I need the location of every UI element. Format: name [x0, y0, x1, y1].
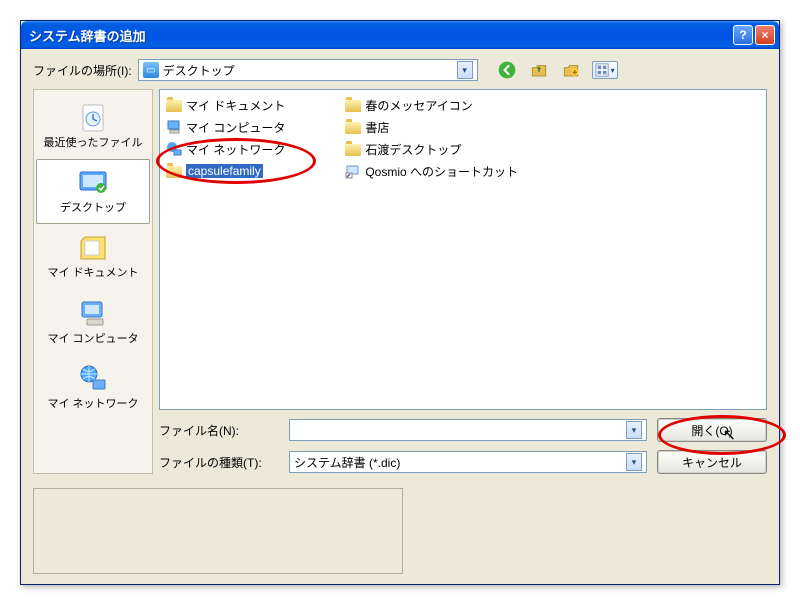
my-documents-icon	[77, 231, 109, 263]
places-my-documents[interactable]: マイ ドキュメント	[36, 224, 150, 289]
places-recent-label: 最近使ったファイル	[39, 137, 147, 150]
list-item[interactable]: 春のメッセアイコン	[345, 96, 518, 114]
file-list[interactable]: マイ ドキュメント マイ コンピュータ マイ ネットワーク capsu	[159, 89, 767, 410]
open-button[interactable]: 開く(O)	[657, 418, 767, 442]
filename-input[interactable]: ▾	[289, 419, 647, 441]
places-recent[interactable]: 最近使ったファイル	[36, 94, 150, 159]
places-bar: 最近使ったファイル デスクトップ マイ ドキュメント	[33, 89, 153, 474]
look-in-label: ファイルの場所(I):	[33, 62, 132, 79]
list-item[interactable]: Qosmio へのショートカット	[345, 162, 518, 180]
places-desktop-label: デスクトップ	[39, 202, 147, 215]
filename-label: ファイル名(N):	[159, 422, 279, 439]
chevron-down-icon[interactable]: ▾	[457, 61, 473, 79]
create-new-folder-button[interactable]	[560, 59, 582, 81]
places-my-network[interactable]: マイ ネットワーク	[36, 355, 150, 420]
back-button[interactable]	[496, 59, 518, 81]
folder-icon	[166, 163, 182, 179]
help-button[interactable]: ?	[733, 25, 753, 45]
filetype-combo[interactable]: システム辞書 (*.dic) ▾	[289, 451, 647, 473]
list-item-selected[interactable]: capsulefamily	[166, 162, 285, 180]
list-item[interactable]: マイ ドキュメント	[166, 96, 285, 114]
recent-icon	[77, 101, 109, 133]
folder-icon	[345, 97, 361, 113]
desktop-icon	[77, 166, 109, 198]
list-item[interactable]: 書店	[345, 118, 518, 136]
desktop-icon: ▭	[143, 62, 159, 78]
dialog-title: システム辞書の追加	[29, 26, 731, 45]
places-desktop[interactable]: デスクトップ	[36, 159, 150, 224]
folder-icon	[345, 119, 361, 135]
places-my-computer[interactable]: マイ コンピュータ	[36, 290, 150, 355]
folder-icon	[166, 97, 182, 113]
views-button[interactable]: ▾	[592, 61, 618, 79]
chevron-down-icon[interactable]: ▾	[626, 453, 642, 471]
cursor-icon: ↖	[723, 425, 736, 445]
look-in-combo[interactable]: ▭ デスクトップ ▾	[138, 59, 478, 81]
title-bar: システム辞書の追加 ? ×	[21, 21, 779, 49]
list-item[interactable]: マイ ネットワーク	[166, 140, 285, 158]
chevron-down-icon: ▾	[611, 66, 615, 75]
list-item[interactable]: 石渡デスクトップ	[345, 140, 518, 158]
places-my-documents-label: マイ ドキュメント	[39, 267, 147, 280]
up-one-level-button[interactable]	[528, 59, 550, 81]
filetype-label: ファイルの種類(T):	[159, 454, 279, 471]
look-in-value: デスクトップ	[163, 62, 235, 79]
my-computer-icon	[77, 297, 109, 329]
folder-icon	[345, 141, 361, 157]
my-network-icon	[166, 141, 182, 157]
shortcut-icon	[345, 163, 361, 179]
file-column-2: 春のメッセアイコン 書店 石渡デスクトップ Qosmio へのショート	[345, 96, 518, 180]
places-my-computer-label: マイ コンピュータ	[39, 333, 147, 346]
my-network-icon	[77, 362, 109, 394]
cancel-button[interactable]: キャンセル	[657, 450, 767, 474]
places-my-network-label: マイ ネットワーク	[39, 398, 147, 411]
close-button[interactable]: ×	[755, 25, 775, 45]
file-open-dialog: システム辞書の追加 ? × ファイルの場所(I): ▭ デスクトップ ▾	[20, 20, 780, 585]
my-computer-icon	[166, 119, 182, 135]
preview-pane	[33, 488, 403, 574]
list-item[interactable]: マイ コンピュータ	[166, 118, 285, 136]
file-column-1: マイ ドキュメント マイ コンピュータ マイ ネットワーク capsu	[166, 96, 285, 180]
chevron-down-icon[interactable]: ▾	[626, 421, 642, 439]
